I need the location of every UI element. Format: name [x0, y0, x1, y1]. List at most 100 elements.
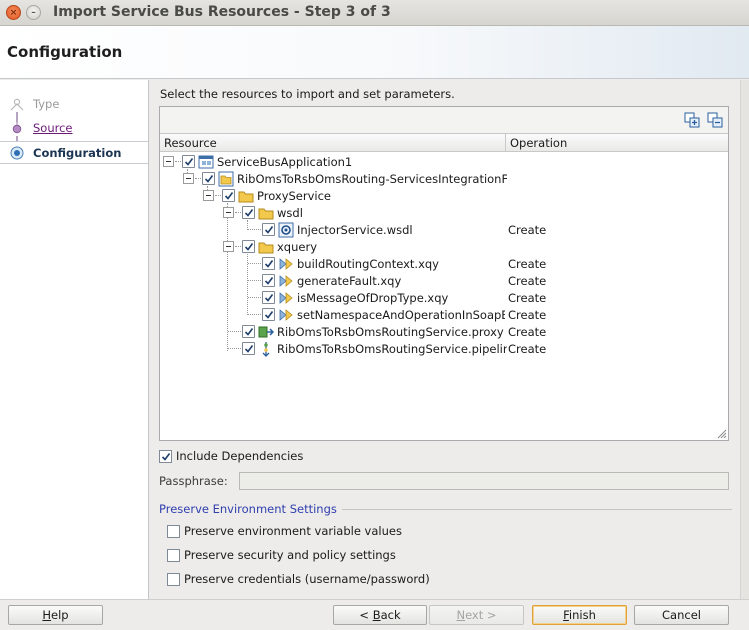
resource-label: RibOmsToRsbOmsRoutingService.proxy [277, 325, 504, 339]
help-label: elp [51, 608, 69, 622]
back-prefix: < [359, 608, 373, 622]
folder-icon [258, 208, 274, 220]
tree-connector [175, 161, 181, 162]
column-header-operation[interactable]: Operation [506, 133, 728, 152]
include-dependencies-checkbox[interactable] [159, 450, 172, 463]
tree-row[interactable]: buildRoutingContext.xqy Create [160, 255, 728, 272]
collapse-toggle[interactable] [183, 173, 194, 184]
resource-checkbox[interactable] [222, 189, 235, 202]
resource-label: buildRoutingContext.xqy [297, 257, 439, 271]
preserve-security-checkbox[interactable] [167, 549, 180, 562]
collapse-toggle[interactable] [163, 156, 174, 167]
tree-connector [228, 348, 241, 349]
xquery-icon [279, 258, 293, 270]
help-button[interactable]: Help [8, 605, 103, 625]
resource-checkbox[interactable] [182, 155, 195, 168]
resource-operation: Create [508, 325, 547, 339]
back-mnemonic: B [372, 608, 381, 622]
resource-operation: Create [508, 291, 547, 305]
wizard-steps-nav: Type Source Configuration [0, 80, 149, 599]
finish-label: inish [568, 608, 596, 622]
resource-checkbox[interactable] [262, 308, 275, 321]
include-dependencies-label: Include Dependencies [176, 449, 304, 463]
resource-label: RibOmsToRsbOmsRouting-ServicesIntegratio… [237, 172, 507, 186]
tree-row[interactable]: setNamespaceAndOperationInSoapB Create [160, 306, 728, 323]
tree-row[interactable]: isMessageOfDropType.xqy Create [160, 289, 728, 306]
finish-button[interactable]: Finish [532, 605, 627, 625]
resource-checkbox[interactable] [262, 257, 275, 270]
tree-row[interactable]: xquery [160, 238, 728, 255]
next-label: ext > [465, 608, 497, 622]
tree-connector [215, 195, 221, 196]
page-title: Configuration [7, 43, 123, 61]
xquery-icon [279, 292, 293, 304]
minimize-icon: – [31, 8, 36, 18]
resource-label: isMessageOfDropType.xqy [297, 291, 449, 305]
tree-row[interactable]: InjectorService.wsdl Create [160, 221, 728, 238]
step-visited-icon [12, 121, 22, 134]
nav-step-source-label[interactable]: Source [33, 121, 73, 135]
tree-row[interactable]: ServiceBusApplication1 [160, 153, 728, 170]
resource-operation: Create [508, 274, 547, 288]
resource-label: ProxyService [257, 189, 332, 203]
resize-grip-icon[interactable] [717, 429, 727, 439]
resource-label: setNamespaceAndOperationInSoapB [297, 308, 505, 322]
collapse-toggle[interactable] [203, 190, 214, 201]
preserve-credentials-checkbox[interactable] [167, 573, 180, 586]
window-right-edge [740, 80, 749, 599]
window-titlebar: × – Import Service Bus Resources - Step … [0, 0, 749, 26]
collapse-toggle[interactable] [223, 241, 234, 252]
close-window-button[interactable]: × [6, 5, 21, 20]
resource-checkbox[interactable] [242, 240, 255, 253]
minimize-window-button[interactable]: – [26, 5, 41, 20]
preserve-env-vars-checkbox[interactable] [167, 525, 180, 538]
back-label: ack [380, 608, 401, 622]
wizard-header: Configuration [0, 26, 749, 79]
wsdl-icon [278, 222, 294, 238]
nav-step-source[interactable]: Source [0, 118, 148, 138]
resource-operation: Create [508, 257, 547, 271]
nav-step-configuration[interactable]: Configuration [0, 141, 148, 164]
resource-checkbox[interactable] [242, 325, 255, 338]
cancel-button[interactable]: Cancel [634, 605, 729, 625]
passphrase-label: Passphrase: [159, 474, 228, 488]
tree-connector [248, 280, 261, 281]
proxy-service-icon [258, 326, 274, 338]
passphrase-input[interactable] [239, 472, 729, 490]
tree-connector [228, 331, 241, 332]
tree-row[interactable]: wsdl [160, 204, 728, 221]
resource-operation: Create [508, 342, 547, 356]
tree-row[interactable]: RibOmsToRsbOmsRouting-ServicesIntegratio… [160, 170, 728, 187]
tree-row[interactable]: RibOmsToRsbOmsRoutingService.proxy Creat… [160, 323, 728, 340]
back-button[interactable]: < Back [333, 605, 427, 625]
resource-checkbox[interactable] [262, 274, 275, 287]
preserve-env-vars-label: Preserve environment variable values [184, 524, 402, 538]
xquery-icon [279, 275, 293, 287]
resource-label: wsdl [277, 206, 303, 220]
folder-icon [238, 191, 254, 203]
column-header-resource[interactable]: Resource [160, 133, 506, 152]
preserve-security-label: Preserve security and policy settings [184, 548, 396, 562]
resource-checkbox[interactable] [202, 172, 215, 185]
tree-connector [248, 263, 261, 264]
resource-operation: Create [508, 308, 547, 322]
collapse-toggle[interactable] [223, 207, 234, 218]
collapse-all-icon[interactable] [707, 112, 723, 128]
resource-tree-table[interactable]: Resource Operation ServiceBusApplication… [159, 106, 729, 441]
tree-row[interactable]: generateFault.xqy Create [160, 272, 728, 289]
tree-row[interactable]: ProxyService [160, 187, 728, 204]
resource-checkbox[interactable] [242, 342, 255, 355]
resource-checkbox[interactable] [262, 223, 275, 236]
expand-all-icon[interactable] [684, 112, 700, 128]
resource-checkbox[interactable] [262, 291, 275, 304]
next-button[interactable]: Next > [429, 605, 524, 625]
resource-label: InjectorService.wsdl [297, 223, 413, 237]
application-icon [198, 155, 214, 169]
resource-checkbox[interactable] [242, 206, 255, 219]
preserve-section-title: Preserve Environment Settings [159, 502, 337, 516]
tree-connector [235, 246, 241, 247]
tree-row[interactable]: RibOmsToRsbOmsRoutingService.pipelir Cre… [160, 340, 728, 357]
resource-label: generateFault.xqy [297, 274, 402, 288]
step-disabled-icon [10, 98, 24, 111]
tree-connector [248, 229, 261, 230]
